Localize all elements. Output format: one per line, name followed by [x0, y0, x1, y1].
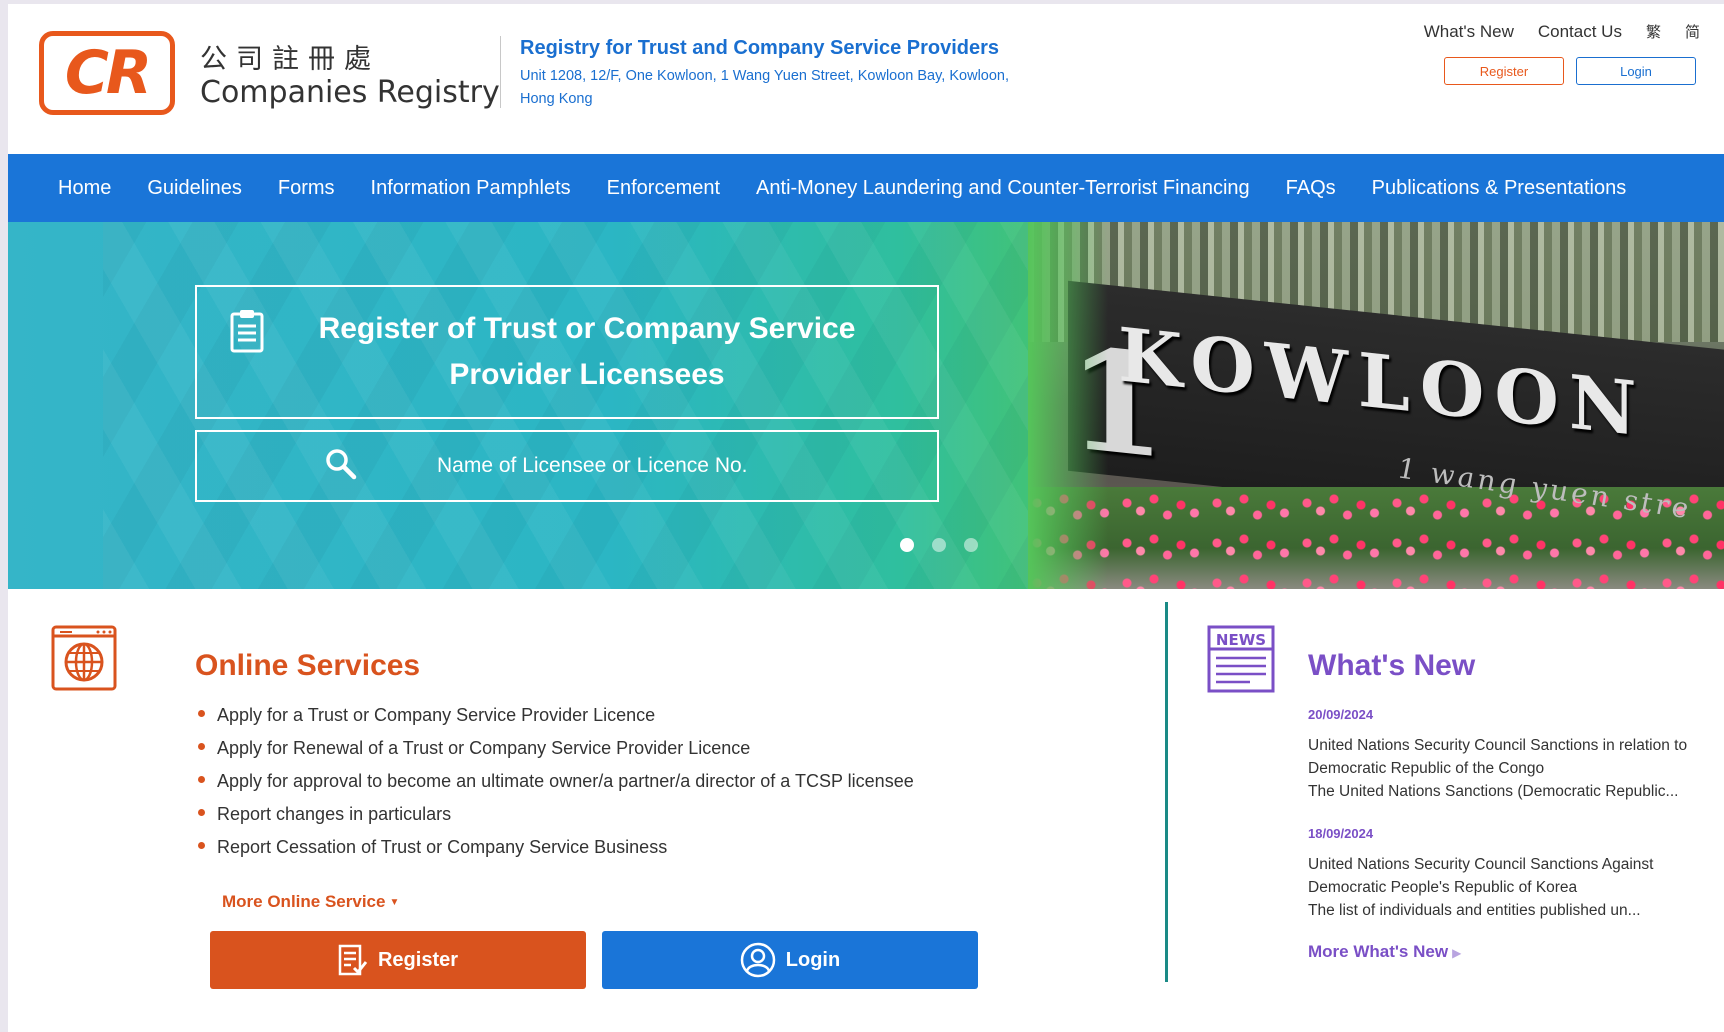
- top-link-contact-us[interactable]: Contact Us: [1538, 22, 1622, 42]
- nav-publications[interactable]: Publications & Presentations: [1372, 177, 1627, 200]
- news-headline[interactable]: United Nations Security Council Sanction…: [1308, 853, 1708, 899]
- carousel-dots: [900, 538, 978, 552]
- nav-enforcement[interactable]: Enforcement: [607, 177, 720, 200]
- photo-fade: [1028, 222, 1108, 589]
- top-link-whats-new[interactable]: What's New: [1424, 22, 1514, 42]
- news-headline[interactable]: United Nations Security Council Sanction…: [1308, 734, 1708, 780]
- section-divider: [1165, 602, 1168, 982]
- news-item[interactable]: 18/09/2024 United Nations Security Counc…: [1308, 826, 1708, 922]
- register-form-icon: [338, 944, 368, 976]
- top-links: What's New Contact Us 繁 简: [1424, 21, 1700, 42]
- nav-information-pamphlets[interactable]: Information Pamphlets: [371, 177, 571, 200]
- nav-aml-ctf[interactable]: Anti-Money Laundering and Counter-Terror…: [756, 177, 1250, 200]
- clipboard-icon: [230, 310, 264, 353]
- nav-forms[interactable]: Forms: [278, 177, 335, 200]
- service-apply-licence[interactable]: Apply for a Trust or Company Service Pro…: [195, 704, 914, 737]
- online-services-title: Online Services: [195, 649, 421, 682]
- search-icon: [326, 449, 357, 480]
- news-date: 20/09/2024: [1308, 707, 1374, 722]
- more-whats-new-label: More What's New: [1308, 942, 1449, 961]
- online-services-globe-icon: [51, 625, 117, 691]
- news-summary: The list of individuals and entities pub…: [1308, 902, 1641, 919]
- nav-home[interactable]: Home: [58, 177, 111, 200]
- carousel-dot-1[interactable]: [900, 538, 914, 552]
- online-services-list: Apply for a Trust or Company Service Pro…: [195, 704, 914, 869]
- service-report-changes[interactable]: Report changes in particulars: [195, 803, 914, 836]
- news-icon-label: NEWS: [1216, 631, 1266, 649]
- news-icon: NEWS: [1207, 625, 1275, 693]
- chevron-right-icon: ▶: [1452, 946, 1462, 960]
- online-login-button[interactable]: Login: [602, 931, 978, 989]
- service-report-cessation[interactable]: Report Cessation of Trust or Company Ser…: [195, 836, 914, 869]
- header-divider: [500, 36, 501, 108]
- header-register-button[interactable]: Register: [1444, 57, 1564, 85]
- whats-new-title: What's New: [1308, 649, 1476, 682]
- news-summary: The United Nations Sanctions (Democratic…: [1308, 783, 1679, 800]
- user-icon: [740, 942, 776, 978]
- online-login-label: Login: [785, 948, 841, 971]
- carousel-dot-3[interactable]: [964, 538, 978, 552]
- lang-traditional-chinese[interactable]: 繁: [1646, 21, 1661, 42]
- cr-logo[interactable]: CR: [39, 31, 175, 115]
- more-whats-new-link[interactable]: More What's New ▶: [1308, 942, 1461, 962]
- nav-guidelines[interactable]: Guidelines: [147, 177, 242, 200]
- online-register-label: Register: [377, 948, 459, 971]
- hero-photo-one-kowloon: 1 KOWLOON 1 wang yuen stre: [1028, 222, 1724, 589]
- licensee-search-input[interactable]: Name of Licensee or Licence No.: [195, 430, 939, 502]
- logo-cr-text: CR: [64, 38, 152, 108]
- logo-english-name: Companies Registry: [200, 75, 500, 110]
- header-login-button[interactable]: Login: [1576, 57, 1696, 85]
- more-online-service-label: More Online Service: [222, 892, 386, 911]
- hero-banner: 1 KOWLOON 1 wang yuen stre Register of T…: [8, 222, 1724, 589]
- carousel-dot-2[interactable]: [932, 538, 946, 552]
- news-date: 18/09/2024: [1308, 826, 1374, 841]
- register-search-title[interactable]: Register of Trust or Company Service Pro…: [195, 285, 939, 419]
- registry-address: Unit 1208, 12/F, One Kowloon, 1 Wang Yue…: [520, 68, 1010, 107]
- more-online-service-link[interactable]: More Online Service ▼: [222, 892, 399, 912]
- search-placeholder: Name of Licensee or Licence No.: [437, 454, 748, 477]
- service-apply-approval[interactable]: Apply for approval to become an ultimate…: [195, 770, 914, 803]
- page: CR 公司註冊處 Companies Registry Registry for…: [8, 4, 1724, 1032]
- online-register-button[interactable]: Register: [210, 931, 586, 989]
- nav-faqs[interactable]: FAQs: [1286, 177, 1336, 200]
- registry-title: Registry for Trust and Company Service P…: [520, 37, 1000, 59]
- caret-down-icon: ▼: [389, 897, 400, 909]
- service-renew-licence[interactable]: Apply for Renewal of a Trust or Company …: [195, 737, 914, 770]
- main-nav: Home Guidelines Forms Information Pamphl…: [8, 154, 1724, 222]
- news-item[interactable]: 20/09/2024 United Nations Security Counc…: [1308, 707, 1708, 803]
- logo-chinese-name: 公司註冊處: [200, 44, 380, 75]
- lang-simplified-chinese[interactable]: 简: [1685, 21, 1700, 42]
- hero-title: Register of Trust or Company Service Pro…: [318, 312, 856, 391]
